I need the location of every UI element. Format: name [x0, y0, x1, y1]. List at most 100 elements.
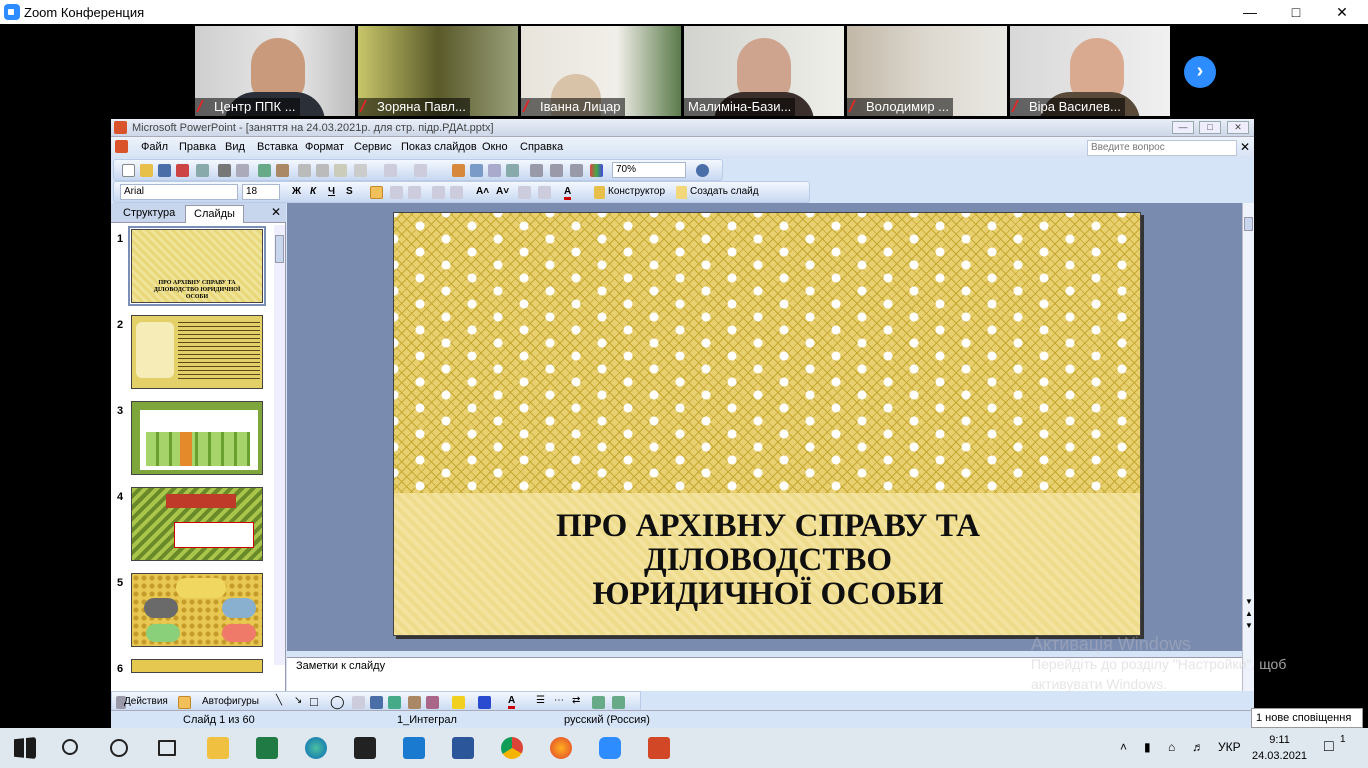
- slide-thumbnail[interactable]: [131, 487, 263, 561]
- fill-color-icon[interactable]: [452, 696, 465, 709]
- help-search-input[interactable]: Введите вопрос: [1087, 140, 1237, 156]
- open-icon[interactable]: [140, 164, 153, 177]
- actions-menu[interactable]: Действия: [124, 696, 168, 707]
- excel-icon[interactable]: [256, 737, 278, 759]
- slide-vertical-scrollbar[interactable]: ▼ ▲ ▼: [1242, 203, 1254, 691]
- menu-slideshow[interactable]: Показ слайдов: [401, 141, 477, 153]
- menu-window[interactable]: Окно: [482, 141, 508, 153]
- select-objects-icon[interactable]: [178, 696, 191, 709]
- previous-slide-icon[interactable]: ▲: [1245, 609, 1253, 618]
- search-icon[interactable]: [62, 739, 78, 755]
- close-pane-icon[interactable]: ✕: [271, 205, 281, 219]
- arrow-icon[interactable]: ↘: [294, 695, 302, 706]
- insert-table-icon[interactable]: [470, 164, 483, 177]
- line-icon[interactable]: ╲: [276, 695, 282, 706]
- start-windows-icon[interactable]: [14, 737, 36, 759]
- ppt-restore-button[interactable]: □: [1199, 121, 1221, 134]
- slide-title[interactable]: ПРО АРХІВНУ СПРАВУ ТА ДІЛОВОДСТВО ЮРИДИЧ…: [434, 509, 1102, 611]
- insert-picture-icon[interactable]: [488, 164, 501, 177]
- network-icon[interactable]: ⌂: [1168, 740, 1175, 754]
- picture-icon[interactable]: [426, 696, 439, 709]
- align-left-icon[interactable]: [370, 186, 383, 199]
- input-language[interactable]: УКР: [1218, 740, 1241, 754]
- preview-icon[interactable]: [236, 164, 249, 177]
- ppt-close-button[interactable]: ✕: [1227, 121, 1249, 134]
- hyperlink-icon[interactable]: [506, 164, 519, 177]
- participant-tile-active-speaker[interactable]: Малиміна-Бази...: [684, 26, 844, 116]
- task-view-icon[interactable]: [158, 740, 176, 756]
- slide-thumbnail[interactable]: ПРО АРХІВНУ СПРАВУ ТА ДІЛОВОДСТВО ЮРИДИЧ…: [128, 226, 266, 306]
- zoom-taskbar-icon[interactable]: [599, 737, 621, 759]
- redo-icon[interactable]: [414, 164, 427, 177]
- menu-view[interactable]: Вид: [225, 141, 245, 153]
- underline-icon[interactable]: Ч: [328, 186, 335, 197]
- rectangle-icon[interactable]: □: [310, 694, 318, 709]
- clipart-icon[interactable]: [408, 696, 421, 709]
- decrease-font-icon[interactable]: A˅: [496, 186, 509, 197]
- participant-tile[interactable]: Віра Василев...: [1010, 26, 1170, 116]
- font-color-draw-icon[interactable]: A: [508, 695, 516, 709]
- maximize-button[interactable]: □: [1276, 2, 1316, 22]
- increase-indent-icon[interactable]: [538, 186, 551, 199]
- bold-icon[interactable]: Ж: [292, 186, 301, 197]
- align-center-icon[interactable]: [390, 186, 403, 199]
- close-button[interactable]: ✕: [1322, 2, 1362, 22]
- expand-all-icon[interactable]: [530, 164, 543, 177]
- insert-chart-icon[interactable]: [452, 164, 465, 177]
- oval-icon[interactable]: ◯: [330, 694, 345, 710]
- clock[interactable]: 9:11 24.03.2021: [1252, 732, 1307, 764]
- dash-style-icon[interactable]: ⋯: [554, 695, 564, 706]
- research-icon[interactable]: [276, 164, 289, 177]
- font-color-icon[interactable]: A: [564, 186, 572, 200]
- tab-slides[interactable]: Слайды: [185, 205, 244, 223]
- numbering-icon[interactable]: [432, 186, 445, 199]
- print-icon[interactable]: [218, 164, 231, 177]
- shadow-style-icon[interactable]: [592, 696, 605, 709]
- cut-icon[interactable]: [298, 164, 311, 177]
- slide-thumbnail[interactable]: [131, 659, 263, 673]
- arrow-style-icon[interactable]: ⇄: [572, 695, 580, 706]
- new-icon[interactable]: [122, 164, 135, 177]
- zoom-level-select[interactable]: 70%: [612, 162, 686, 178]
- cortana-icon[interactable]: [110, 739, 128, 757]
- slide-thumbnail[interactable]: [131, 573, 263, 647]
- bullets-icon[interactable]: [450, 186, 463, 199]
- menu-edit[interactable]: Правка: [179, 141, 216, 153]
- format-painter-icon[interactable]: [354, 164, 367, 177]
- permission-icon[interactable]: [176, 164, 189, 177]
- show-hidden-icons-icon[interactable]: ˄: [1120, 740, 1127, 754]
- thumbnails-scrollbar[interactable]: [274, 225, 285, 665]
- spelling-icon[interactable]: [258, 164, 271, 177]
- grid-icon[interactable]: [570, 164, 583, 177]
- chrome-icon[interactable]: [501, 737, 523, 759]
- mail-icon[interactable]: [403, 737, 425, 759]
- designer-button[interactable]: Конструктор: [608, 186, 665, 197]
- minimize-button[interactable]: —: [1230, 2, 1270, 22]
- copy-icon[interactable]: [316, 164, 329, 177]
- 3d-style-icon[interactable]: [612, 696, 625, 709]
- autoshapes-menu[interactable]: Автофигуры: [202, 696, 259, 707]
- firefox-icon[interactable]: [550, 737, 572, 759]
- menu-format[interactable]: Формат: [305, 141, 344, 153]
- edge-icon[interactable]: [305, 737, 327, 759]
- line-style-icon[interactable]: ☰: [536, 695, 545, 706]
- formatting-icon[interactable]: [550, 164, 563, 177]
- powerpoint-taskbar-icon[interactable]: [648, 737, 670, 759]
- italic-icon[interactable]: К: [310, 186, 316, 197]
- menu-help[interactable]: Справка: [520, 141, 563, 153]
- participant-tile[interactable]: Володимир ...: [847, 26, 1007, 116]
- next-slide-icon[interactable]: ▼: [1245, 621, 1253, 630]
- file-explorer-icon[interactable]: [207, 737, 229, 759]
- menu-file[interactable]: Файл: [141, 141, 168, 153]
- close-document-icon[interactable]: ✕: [1240, 140, 1250, 154]
- participant-tile[interactable]: Зоряна Павл...: [358, 26, 518, 116]
- font-name-select[interactable]: Arial: [120, 184, 238, 200]
- battery-icon[interactable]: ▮: [1144, 740, 1151, 754]
- paste-icon[interactable]: [334, 164, 347, 177]
- color-grayscale-icon[interactable]: [590, 164, 603, 177]
- tab-outline[interactable]: Структура: [115, 205, 183, 223]
- decrease-indent-icon[interactable]: [518, 186, 531, 199]
- increase-font-icon[interactable]: A˄: [476, 186, 489, 197]
- line-color-icon[interactable]: [478, 696, 491, 709]
- new-slide-button[interactable]: Создать слайд: [690, 186, 759, 197]
